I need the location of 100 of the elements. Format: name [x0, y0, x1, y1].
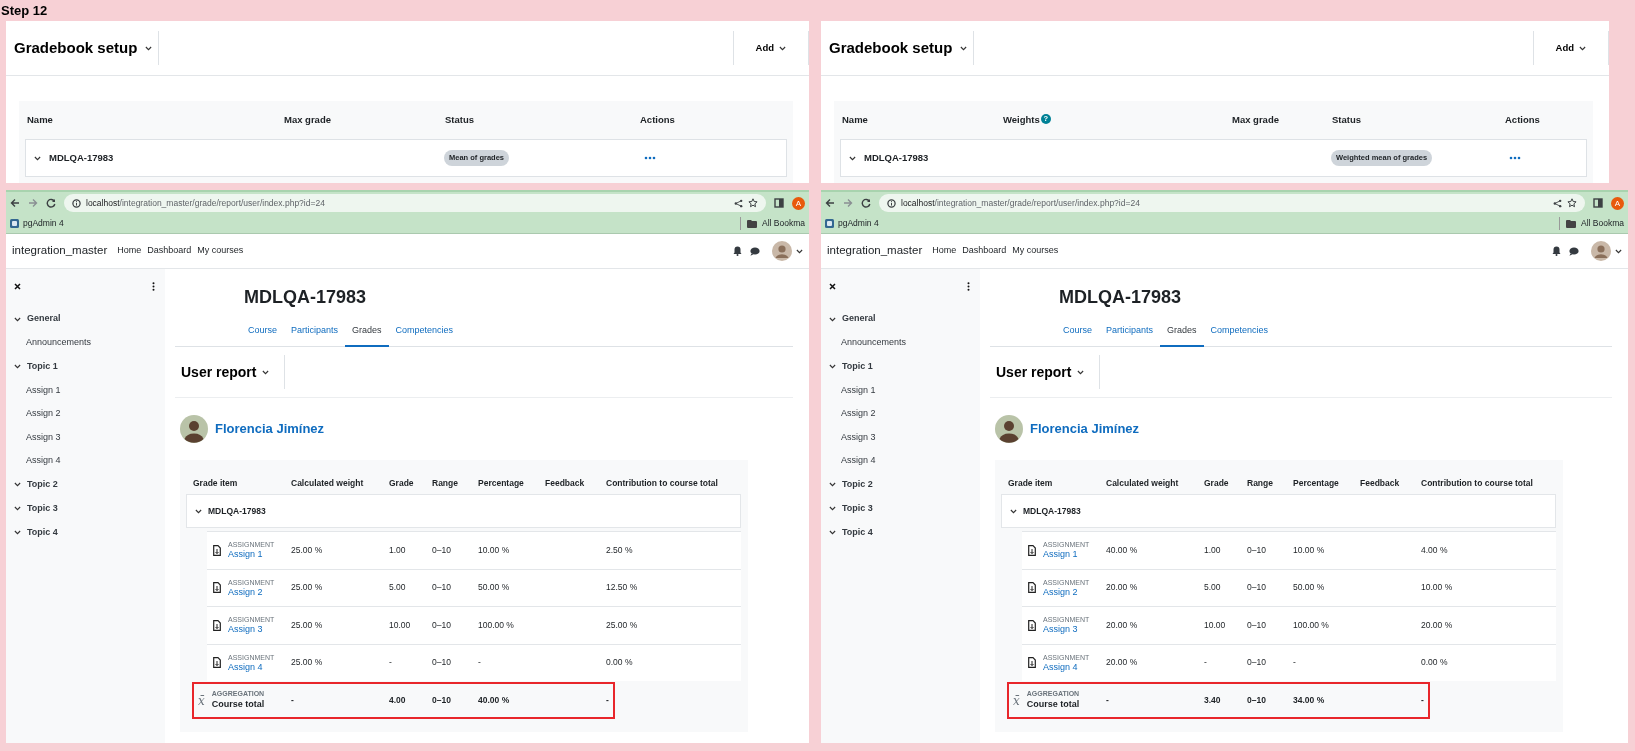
course-title: MDLQA-17983: [1059, 287, 1182, 307]
course-tab[interactable]: Participants: [1099, 317, 1161, 347]
back-icon[interactable]: [10, 198, 20, 208]
course-tab[interactable]: Course: [1056, 317, 1099, 347]
activity-link[interactable]: Announcements: [821, 331, 980, 355]
section-item[interactable]: Topic 1: [821, 354, 980, 379]
nav-link[interactable]: My courses: [1012, 244, 1059, 258]
add-button[interactable]: Add: [1533, 31, 1608, 65]
profile-avatar[interactable]: A: [1611, 196, 1624, 210]
site-name[interactable]: integration_master: [827, 242, 923, 260]
grade-cell: 3.40: [1204, 695, 1221, 706]
assignment-icon: [213, 582, 221, 594]
grade-item-link[interactable]: Assign 3: [228, 624, 275, 636]
section-item[interactable]: Topic 4: [821, 520, 980, 545]
share-icon[interactable]: [1553, 198, 1562, 208]
section-item[interactable]: Topic 2: [6, 472, 165, 497]
grade-item-link[interactable]: Assign 2: [228, 586, 275, 598]
bookmark-link[interactable]: pgAdmin 4: [825, 217, 879, 230]
kebab-icon[interactable]: [967, 281, 970, 291]
user-name-link[interactable]: Florencia Jimínez: [215, 419, 325, 439]
nav-link[interactable]: Home: [117, 244, 142, 258]
chevron-down-icon: [779, 45, 786, 51]
site-name[interactable]: integration_master: [12, 242, 108, 260]
star-icon[interactable]: [748, 198, 758, 208]
grade-item-link[interactable]: Assign 1: [1043, 549, 1090, 561]
section-item[interactable]: Topic 3: [821, 496, 980, 521]
back-icon[interactable]: [825, 198, 835, 208]
grade-cell: -: [1106, 695, 1109, 706]
course-tab[interactable]: Grades: [1160, 317, 1204, 347]
chevron-down-icon: [829, 482, 836, 487]
grade-item-link[interactable]: Assign 4: [228, 661, 275, 673]
all-bookmarks-link[interactable]: All Bookma: [740, 217, 805, 230]
grade-item-link[interactable]: Assign 3: [1043, 624, 1090, 636]
activity-link[interactable]: Assign 1: [821, 378, 980, 402]
reload-icon[interactable]: [861, 198, 871, 208]
activity-link[interactable]: Announcements: [6, 331, 165, 355]
activity-link[interactable]: Assign 4: [6, 449, 165, 473]
grade-cell: 0–10: [432, 695, 451, 706]
bookmark-link[interactable]: pgAdmin 4: [10, 217, 64, 230]
address-bar[interactable]: localhost/integration_master/grade/report/user/index.php?id=24: [64, 194, 766, 212]
category-name: MDLQA-17983: [208, 504, 266, 518]
column-header: Actions: [1505, 113, 1540, 125]
grade-item-link[interactable]: Assign 1: [228, 549, 275, 561]
section-item[interactable]: General: [821, 307, 980, 331]
nav-link[interactable]: Dashboard: [147, 244, 192, 258]
grade-cell: 10.00: [1204, 619, 1226, 630]
chevron-down-icon: [960, 45, 968, 51]
chat-icon[interactable]: [750, 246, 760, 256]
star-icon[interactable]: [1567, 198, 1577, 208]
course-tab[interactable]: Course: [241, 317, 284, 347]
grade-item-link[interactable]: Assign 2: [1043, 586, 1090, 598]
gradebook-setup-menu[interactable]: Gradebook setup: [6, 36, 159, 60]
activity-link[interactable]: Assign 2: [6, 402, 165, 426]
section-item[interactable]: Topic 3: [6, 496, 165, 521]
gradebook-setup-menu[interactable]: Gradebook setup: [821, 36, 974, 60]
course-tab[interactable]: Participants: [284, 317, 346, 347]
share-icon[interactable]: [734, 198, 743, 208]
activity-link[interactable]: Assign 3: [821, 425, 980, 449]
kebab-icon[interactable]: [152, 281, 155, 291]
add-button[interactable]: Add: [733, 31, 808, 65]
column-header: Weights: [1003, 113, 1040, 125]
all-bookmarks-link[interactable]: All Bookma: [1559, 217, 1624, 230]
activity-link[interactable]: Assign 3: [6, 425, 165, 449]
bell-icon[interactable]: [733, 246, 742, 256]
grade-cell: -: [1293, 657, 1296, 668]
activity-link[interactable]: Assign 2: [821, 402, 980, 426]
more-icon[interactable]: [644, 156, 656, 160]
user-menu[interactable]: [1591, 241, 1622, 261]
bell-icon[interactable]: [1552, 246, 1561, 256]
nav-link[interactable]: Home: [932, 244, 957, 258]
address-bar[interactable]: localhost/integration_master/grade/report/user/index.php?id=24: [879, 194, 1585, 212]
section-item[interactable]: General: [6, 307, 165, 331]
sidebar-icon[interactable]: [1593, 198, 1603, 208]
chat-icon[interactable]: [1569, 246, 1579, 256]
reload-icon[interactable]: [46, 198, 56, 208]
user-name-link[interactable]: Florencia Jimínez: [1030, 419, 1140, 439]
grade-cell: 0–10: [1247, 695, 1266, 706]
sidebar-icon[interactable]: [774, 198, 784, 208]
close-icon[interactable]: [14, 282, 21, 290]
more-icon[interactable]: [1509, 156, 1521, 160]
close-icon[interactable]: [829, 282, 836, 290]
profile-avatar[interactable]: A: [792, 196, 805, 210]
column-header: Max grade: [1232, 113, 1279, 125]
report-selector[interactable]: User report: [181, 361, 285, 383]
activity-link[interactable]: Assign 1: [6, 378, 165, 402]
report-selector[interactable]: User report: [996, 361, 1100, 383]
course-tab[interactable]: Competencies: [388, 317, 461, 347]
course-tab[interactable]: Competencies: [1203, 317, 1276, 347]
section-item[interactable]: Topic 4: [6, 520, 165, 545]
activity-link[interactable]: Assign 4: [821, 449, 980, 473]
course-tab[interactable]: Grades: [345, 317, 389, 347]
grade-item-link[interactable]: Assign 4: [1043, 661, 1090, 673]
chevron-down-icon: [796, 248, 803, 254]
user-menu[interactable]: [772, 241, 803, 261]
grade-cell: 20.00 %: [1106, 619, 1138, 630]
column-header: Range: [1247, 476, 1274, 490]
section-item[interactable]: Topic 1: [6, 354, 165, 379]
section-item[interactable]: Topic 2: [821, 472, 980, 497]
nav-link[interactable]: My courses: [197, 244, 244, 258]
nav-link[interactable]: Dashboard: [962, 244, 1007, 258]
